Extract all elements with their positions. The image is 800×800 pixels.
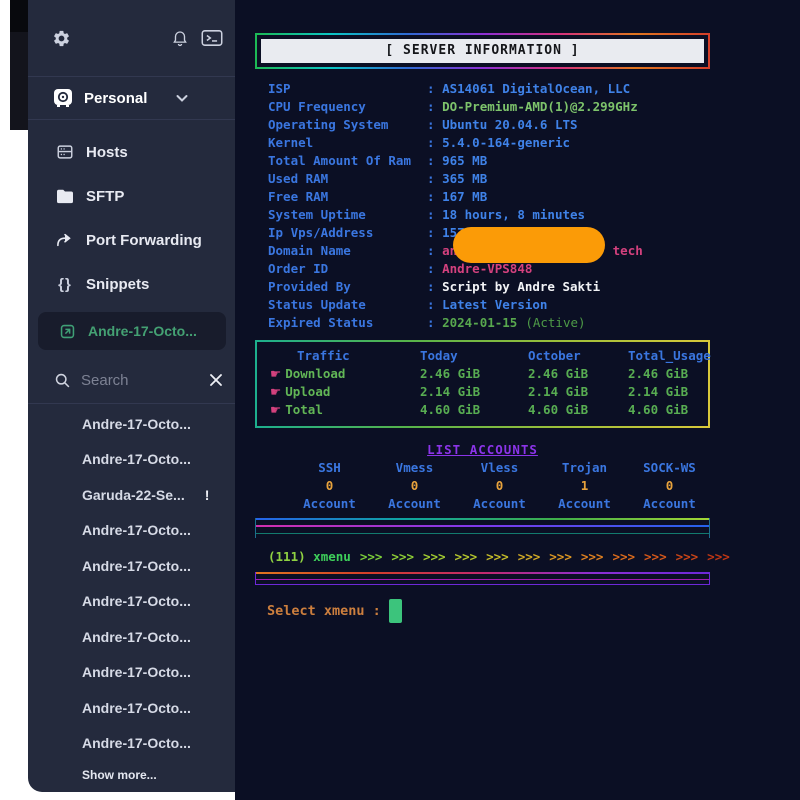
active-session-label: Andre-17-Octo...	[88, 323, 197, 339]
vault-icon	[52, 87, 74, 109]
divider	[28, 403, 235, 404]
redaction-blob	[453, 227, 605, 263]
pointer-hand-icon: ☛	[270, 384, 281, 399]
sidebar-item-label: Hosts	[86, 144, 128, 161]
account-col-vless: Vless0Account	[457, 459, 542, 513]
sidebar-item-label: Port Forwarding	[86, 232, 202, 249]
info-row-cpu: CPU Frequency: DO-Premium-AMD(1)@2.299GH…	[268, 98, 710, 116]
port-forwarding-arrow-icon	[54, 229, 76, 251]
active-session-icon	[56, 320, 78, 342]
host-list-item[interactable]: Andre-17-Octo...	[28, 690, 235, 726]
search-icon	[54, 369, 71, 391]
info-row-expired-status: Expired Status: 2024-01-15(Active)	[268, 314, 710, 332]
terminal-prompt[interactable]: Select xmenu :	[267, 598, 402, 624]
braces-icon: {}	[54, 273, 76, 295]
info-row-uptime: System Uptime: 18 hours, 8 minutes	[268, 206, 710, 224]
info-row-os: Operating System: Ubuntu 20.04.6 LTS	[268, 116, 710, 134]
pointer-hand-icon: ☛	[270, 366, 281, 381]
sidebar-item-sftp[interactable]: SFTP	[28, 174, 235, 218]
traffic-table: Traffic Today October Total_Usage ☛Downl…	[255, 340, 710, 428]
host-list-item[interactable]: Andre-17-Octo...	[28, 619, 235, 655]
hosts-server-icon	[54, 141, 76, 163]
account-col-ssh: SSH0Account	[287, 459, 372, 513]
account-col-vmess: Vmess0Account	[372, 459, 457, 513]
chevron-down-icon[interactable]	[171, 87, 193, 109]
host-list-item[interactable]: Andre-17-Octo...	[28, 442, 235, 478]
info-row-free-ram: Free RAM: 167 MB	[268, 188, 710, 206]
account-col-sockws: SOCK-WS0Account	[627, 459, 712, 513]
terminal-pane[interactable]: [ SERVER INFORMATION ] ISP: AS14061 Digi…	[235, 0, 800, 800]
account-name: Personal	[84, 90, 147, 107]
info-row-status-update: Status Update: Latest Version	[268, 296, 710, 314]
terminal-window-icon[interactable]	[201, 27, 223, 49]
settings-gear-icon[interactable]	[50, 27, 72, 49]
sidebar-item-label: Snippets	[86, 276, 149, 293]
pointer-hand-icon: ☛	[270, 402, 281, 417]
sidebar-item-label: SFTP	[86, 188, 124, 205]
accounts-table: SSH0Account Vmess0Account Vless0Account …	[287, 459, 712, 513]
search-bar	[28, 358, 235, 402]
show-more-link[interactable]: Show more...	[82, 768, 157, 782]
sidebar-item-active-session[interactable]: Andre-17-Octo...	[38, 312, 226, 350]
server-info-lines: ISP: AS14061 DigitalOcean, LLC CPU Frequ…	[268, 80, 710, 332]
info-row-isp: ISP: AS14061 DigitalOcean, LLC	[268, 80, 710, 98]
host-list-item[interactable]: Andre-17-Octo...	[28, 548, 235, 584]
prompt-label: Select xmenu :	[267, 603, 381, 619]
host-list-item[interactable]: Andre-17-Octo...	[28, 584, 235, 620]
info-row-provided-by: Provided By: Script by Andre Sakti	[268, 278, 710, 296]
server-information-banner: [ SERVER INFORMATION ]	[255, 33, 710, 69]
notifications-bell-icon[interactable]	[169, 27, 191, 49]
folder-icon	[54, 185, 76, 207]
info-row-total-ram: Total Amount Of Ram: 965 MB	[268, 152, 710, 170]
search-clear-x-icon[interactable]	[209, 369, 223, 391]
sidebar-item-hosts[interactable]: Hosts	[28, 130, 235, 174]
host-list-item[interactable]: Andre-17-Octo...	[28, 513, 235, 549]
sidebar: Personal Hosts SFTP Port Forwarding {} S…	[28, 0, 235, 792]
info-row-used-ram: Used RAM: 365 MB	[268, 170, 710, 188]
sidebar-item-snippets[interactable]: {} Snippets	[28, 262, 235, 306]
xmenu-banner: (111) xmenu>>>>>>>>>>>>>>>>>>>>>>>>>>>>>…	[268, 548, 730, 566]
sidebar-topbar	[28, 0, 235, 76]
warning-exclamation-badge: !	[205, 487, 210, 503]
host-list-item[interactable]: Andre-17-Octo...	[28, 726, 235, 762]
divider	[28, 119, 235, 120]
rainbow-divider-box	[255, 572, 710, 585]
account-selector-personal[interactable]: Personal	[28, 77, 235, 119]
terminal-cursor	[389, 599, 402, 623]
traffic-row-download: ☛Download 2.46 GiB 2.46 GiB 2.46 GiB	[257, 365, 708, 383]
account-col-trojan: Trojan1Account	[542, 459, 627, 513]
traffic-row-upload: ☛Upload 2.14 GiB 2.14 GiB 2.14 GiB	[257, 383, 708, 401]
info-row-kernel: Kernel: 5.4.0-164-generic	[268, 134, 710, 152]
traffic-header-row: Traffic Today October Total_Usage	[257, 347, 708, 365]
traffic-row-total: ☛Total 4.60 GiB 4.60 GiB 4.60 GiB	[257, 401, 708, 419]
host-list-item[interactable]: Andre-17-Octo...	[28, 406, 235, 442]
rainbow-divider-box	[255, 518, 710, 538]
window-edge-corner	[10, 0, 28, 32]
search-input[interactable]	[79, 371, 183, 390]
server-information-title: [ SERVER INFORMATION ]	[261, 39, 704, 63]
host-list: Andre-17-Octo... Andre-17-Octo... Garuda…	[28, 406, 235, 761]
host-list-item[interactable]: Andre-17-Octo...	[28, 655, 235, 691]
sidebar-item-port-forwarding[interactable]: Port Forwarding	[28, 218, 235, 262]
list-accounts-title: LIST ACCOUNTS	[255, 441, 710, 459]
host-list-item[interactable]: Garuda-22-Se...!	[28, 477, 235, 513]
